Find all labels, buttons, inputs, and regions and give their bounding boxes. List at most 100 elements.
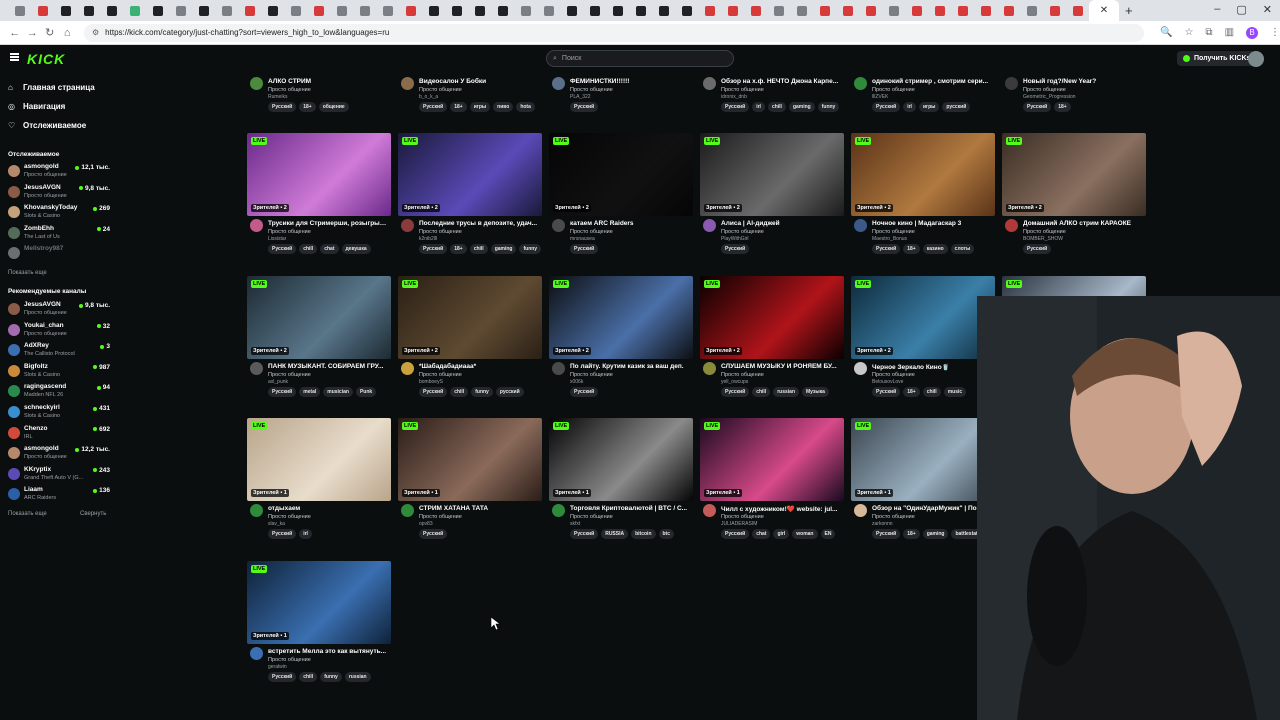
browser-tab[interactable] [721, 0, 744, 21]
browser-tab[interactable] [1020, 0, 1043, 21]
stream-category[interactable]: Просто общение [872, 372, 915, 378]
streamer-avatar[interactable] [401, 77, 414, 90]
stream-card[interactable]: LIVE Зрителей • 2 Ночное кино | Мадагаскар… [851, 133, 995, 259]
streamer-avatar[interactable] [250, 219, 263, 232]
reload-icon[interactable]: ↻ [41, 26, 59, 39]
browser-tab[interactable] [606, 0, 629, 21]
streamer-avatar[interactable] [703, 219, 716, 232]
stream-title[interactable]: отдыхаем [268, 505, 390, 512]
show-more-recommended[interactable]: Показать еще [8, 511, 47, 517]
stream-card[interactable]: Видеосалон У Бобки Просто общение b_o_k_a Р… [398, 77, 542, 117]
stream-tag[interactable]: music [943, 387, 967, 397]
streamer-name[interactable]: PlayWithGirl [721, 236, 749, 242]
stream-title[interactable]: Алиса | AI-диджей [721, 220, 843, 227]
sidebar-channel-recommended[interactable]: Youkai_chan Просто общение 32 [8, 321, 110, 341]
stream-category[interactable]: Просто общение [1023, 229, 1066, 235]
browser-tab[interactable] [836, 0, 859, 21]
stream-tag[interactable]: chat [320, 244, 339, 254]
stream-tag[interactable]: irl [903, 102, 916, 112]
sidebar-channel-recommended[interactable]: asmongold Просто общение 12,2 тыс. [8, 444, 110, 464]
stream-category[interactable]: Просто общение [721, 229, 764, 235]
stream-category[interactable]: Просто общение [721, 514, 764, 520]
stream-card[interactable]: LIVE Зрителей • 2 По лайту. Крутим казик з… [549, 276, 693, 402]
stream-tag[interactable]: Русский [268, 672, 297, 682]
profile-avatar[interactable]: B [1246, 26, 1259, 39]
stream-tag[interactable]: игры [918, 102, 940, 112]
stream-tag[interactable]: русский [942, 102, 971, 112]
browser-tab[interactable] [238, 0, 261, 21]
forward-icon[interactable]: → [24, 27, 42, 39]
streamer-name[interactable]: Maestro_Bonus [872, 236, 907, 242]
url-field[interactable]: ⚙ https://kick.com/category/just-chattin… [84, 23, 1144, 42]
sidebar-channel-followed[interactable]: Mellstroy987 [8, 244, 110, 264]
stream-tag[interactable]: общение [318, 102, 349, 112]
sidebar-channel-recommended[interactable]: Bigfoltz Slots & Casino 987 [8, 362, 110, 382]
streamer-name[interactable]: zarkonnn [872, 521, 893, 527]
browser-tab[interactable] [215, 0, 238, 21]
streamer-name[interactable]: b_o_k_a [419, 94, 438, 100]
browser-tab[interactable] [928, 0, 951, 21]
stream-title[interactable]: одинокий стример , смотрим сери... [872, 78, 994, 85]
browser-tab[interactable] [905, 0, 928, 21]
sidebar-channel-recommended[interactable]: Liaam ARC Raiders 136 [8, 485, 110, 505]
stream-thumbnail[interactable]: LIVE Зрителей • 2 [549, 133, 693, 216]
streamer-avatar[interactable] [552, 504, 565, 517]
browser-tab-active[interactable]: ✕ [1089, 0, 1119, 21]
stream-tag[interactable]: gaming [922, 529, 949, 539]
stream-tag[interactable]: Русский [570, 529, 599, 539]
stream-title[interactable]: Новый год?/New Year? [1023, 78, 1145, 85]
streamer-name[interactable]: skfxt [570, 521, 580, 527]
stream-card[interactable]: LIVE Зрителей • 2 СЛУШАЕМ МУЗЫКУ И РОНЯЕМ … [700, 276, 844, 402]
stream-category[interactable]: Просто общение [419, 229, 462, 235]
browser-tab[interactable] [376, 0, 399, 21]
sidebar-channel-followed[interactable]: ZombEhh The Last of Us 24 [8, 224, 110, 244]
stream-category[interactable]: Просто общение [268, 229, 311, 235]
stream-tag[interactable]: 18+ [450, 102, 467, 112]
stream-card[interactable]: LIVE Зрителей • 2 ПАНК МУЗЫКАНТ. СОБИРАЕМ … [247, 276, 391, 402]
home-icon[interactable]: ⌂ [59, 27, 77, 39]
stream-title[interactable]: ПАНК МУЗЫКАНТ. СОБИРАЕМ ГРУ... [268, 363, 390, 370]
stream-tag[interactable]: Русский [268, 244, 297, 254]
stream-title[interactable]: Чилл с художником!❤️ website: jul... [721, 505, 843, 513]
browser-tab[interactable] [491, 0, 514, 21]
streamer-name[interactable]: Rumeiks [268, 94, 287, 100]
stream-title[interactable]: СЛУШАЕМ МУЗЫКУ И РОНЯЕМ БУ... [721, 363, 843, 370]
streamer-name[interactable]: idronix_dnb [721, 94, 747, 100]
streamer-name[interactable]: BOMBER_SHOW [1023, 236, 1063, 242]
stream-thumbnail[interactable]: LIVE Зрителей • 2 [1002, 133, 1146, 216]
stream-title[interactable]: *Шабадабадиааа* [419, 363, 541, 370]
stream-tag[interactable]: irl [299, 529, 312, 539]
stream-card[interactable]: LIVE Зрителей • 2 катаем ARC Raiders Просто… [549, 133, 693, 259]
stream-title[interactable]: катаем ARC Raiders [570, 220, 692, 227]
stream-thumbnail[interactable]: LIVE Зрителей • 2 [247, 276, 391, 359]
browser-tab[interactable] [353, 0, 376, 21]
stream-category[interactable]: Просто общение [872, 87, 915, 93]
streamer-avatar[interactable] [854, 77, 867, 90]
zoom-icon[interactable]: 🔍 [1160, 27, 1172, 38]
streamer-avatar[interactable] [703, 504, 716, 517]
stream-thumbnail[interactable]: LIVE Зрителей • 1 [247, 418, 391, 501]
browser-tab[interactable] [422, 0, 445, 21]
browser-tab[interactable] [813, 0, 836, 21]
streamer-name[interactable]: Geometric_Progression [1023, 94, 1076, 100]
stream-tag[interactable]: funny [320, 672, 342, 682]
stream-tag[interactable]: Русский [721, 529, 750, 539]
streamer-name[interactable]: JULIADERASIM [721, 521, 757, 527]
stream-title[interactable]: ФЕМИНИСТКИ!!!!!! [570, 78, 692, 85]
stream-tag[interactable]: chill [767, 102, 786, 112]
browser-tab[interactable] [1066, 0, 1089, 21]
stream-tag[interactable]: Русский [419, 387, 448, 397]
sidebar-channel-recommended[interactable]: ragingascend Madden NFL 26 94 [8, 382, 110, 402]
stream-tag[interactable]: chill [299, 244, 318, 254]
streamer-avatar[interactable] [250, 647, 263, 660]
stream-tag[interactable]: Русский [419, 529, 448, 539]
stream-card[interactable]: LIVE Зрителей • 1 Чилл с художником!❤️ web… [700, 418, 844, 544]
stream-category[interactable]: Просто общение [268, 87, 311, 93]
browser-tab[interactable] [629, 0, 652, 21]
streamer-name[interactable]: PLA_322 [570, 94, 591, 100]
stream-tag[interactable]: 18+ [450, 244, 467, 254]
browser-menu-icon[interactable]: ⋮ [1270, 27, 1280, 38]
browser-tab[interactable] [882, 0, 905, 21]
streamer-avatar[interactable] [1005, 77, 1018, 90]
stream-card[interactable]: LIVE Зрителей • 2 *Шабадабадиааа* Просто об… [398, 276, 542, 402]
